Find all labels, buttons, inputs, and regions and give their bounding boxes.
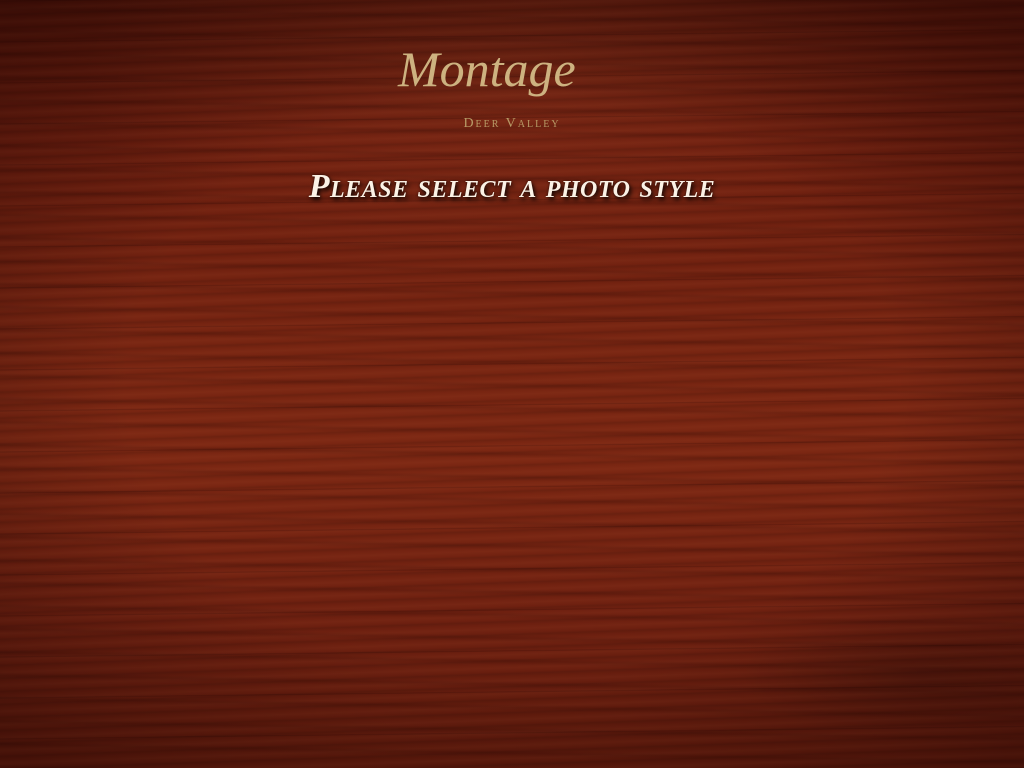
montage-logo-wordmark: Montage — [397, 41, 576, 97]
brand-name: Montage — [397, 41, 576, 97]
page-title: Please select a photo style — [308, 168, 716, 205]
brand-location: Deer Valley — [463, 116, 561, 131]
brand-logo: Montage Deer Valley — [362, 18, 662, 138]
